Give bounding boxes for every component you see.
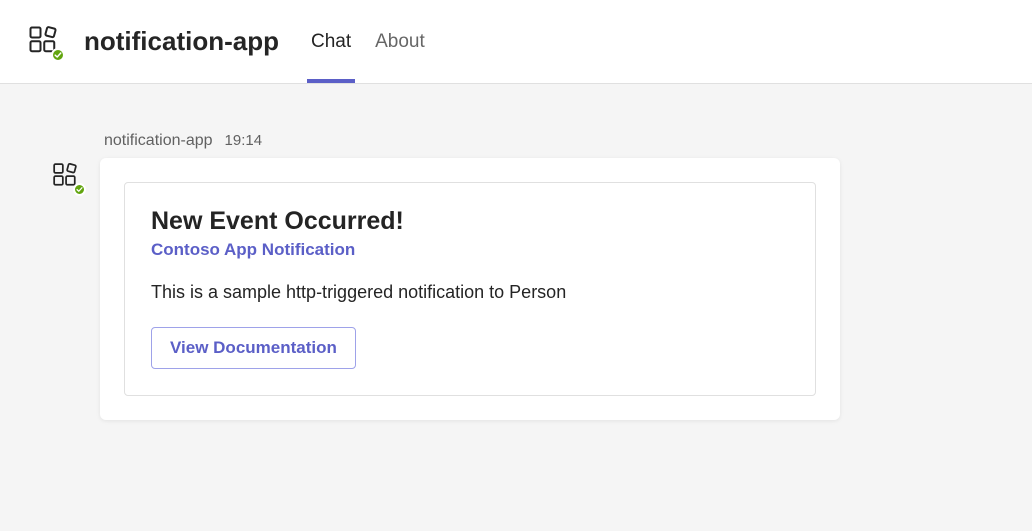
avatar-column (52, 132, 100, 192)
checkmark-badge-icon (73, 183, 86, 196)
tab-label: Chat (311, 31, 351, 53)
adaptive-card: New Event Occurred! Contoso App Notifica… (124, 182, 816, 396)
checkmark-badge-icon (51, 48, 65, 62)
view-documentation-button[interactable]: View Documentation (151, 327, 356, 369)
tab-about[interactable]: About (363, 0, 437, 83)
message-meta: notification-app 19:14 (100, 132, 840, 150)
tab-chat[interactable]: Chat (299, 0, 363, 83)
card-subtitle: Contoso App Notification (151, 240, 789, 260)
card-title: New Event Occurred! (151, 207, 789, 236)
tab-label: About (375, 31, 425, 53)
app-title: notification-app (84, 26, 279, 57)
chat-content: notification-app 19:14 New Event Occurre… (0, 84, 1032, 420)
app-icon (28, 25, 62, 59)
message-column: notification-app 19:14 New Event Occurre… (100, 132, 840, 420)
sender-avatar (52, 162, 82, 192)
tabs: Chat About (299, 0, 437, 83)
message-row: notification-app 19:14 New Event Occurre… (52, 132, 1032, 420)
timestamp: 19:14 (225, 132, 263, 149)
card-container: New Event Occurred! Contoso App Notifica… (100, 158, 840, 420)
card-body: This is a sample http-triggered notifica… (151, 282, 789, 303)
sender-name: notification-app (104, 132, 213, 150)
app-header: notification-app Chat About (0, 0, 1032, 84)
